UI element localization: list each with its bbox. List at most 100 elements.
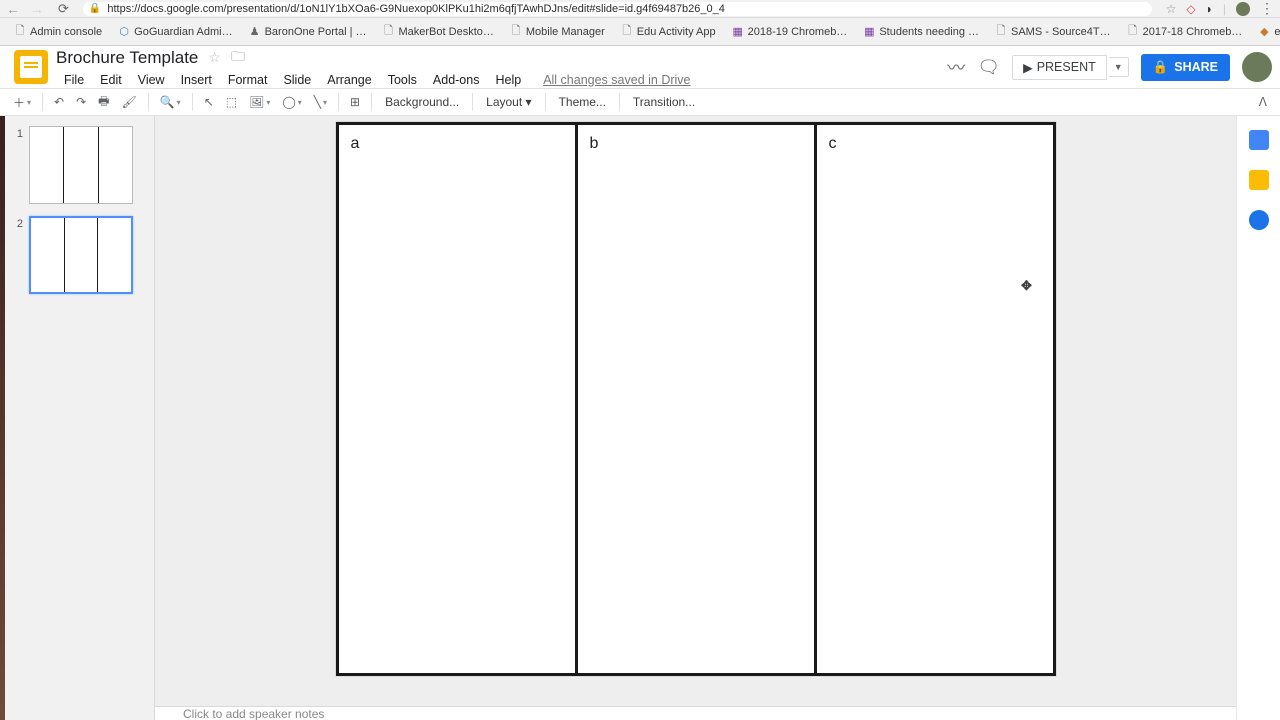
url-bar[interactable]: 🔒 https://docs.google.com/presentation/d…	[83, 2, 1152, 16]
bookmark-item[interactable]: 🗋Mobile Manager	[504, 24, 611, 40]
menu-view[interactable]: View	[130, 71, 173, 89]
canvas[interactable]: a b c ✥ Click to add speaker notes	[155, 116, 1236, 720]
page-icon: 🗋	[1127, 26, 1139, 38]
menu-file[interactable]: File	[56, 71, 92, 89]
select-tool[interactable]: ↖	[199, 92, 219, 112]
bookmark-item[interactable]: 🗋Edu Activity App	[615, 24, 722, 40]
bookmark-bar: 🗋Admin console ⬡GoGuardian Admi… ♟BaronO…	[0, 18, 1280, 46]
thumb-item[interactable]: 2	[13, 216, 146, 294]
hide-menus-button[interactable]: ᐱ	[1254, 92, 1272, 112]
print-button[interactable]: 🖶	[93, 89, 114, 116]
doc-title[interactable]: Brochure Template	[56, 48, 198, 68]
slide[interactable]: a b c	[336, 122, 1056, 676]
bookmark-item[interactable]: 🗋SAMS - Source4T…	[989, 24, 1117, 40]
transition-button[interactable]: Transition...	[626, 92, 702, 112]
activity-icon[interactable]: 〰	[947, 54, 965, 80]
menu-bar: File Edit View Insert Format Slide Arran…	[56, 71, 939, 89]
menu-tools[interactable]: Tools	[380, 71, 425, 89]
redo-button[interactable]: ↷	[71, 92, 91, 112]
move-cursor-icon: ✥	[1021, 278, 1032, 294]
menu-addons[interactable]: Add-ons	[425, 71, 488, 89]
save-status[interactable]: All changes saved in Drive	[535, 71, 698, 89]
page-icon: 🗋	[621, 26, 633, 38]
lock-icon: 🔒	[1153, 60, 1169, 75]
comment-icon[interactable]: 🗨	[977, 57, 1000, 78]
calendar-icon[interactable]	[1249, 130, 1269, 150]
url-text: https://docs.google.com/presentation/d/1…	[107, 3, 725, 15]
layout-button[interactable]: Layout ▾	[479, 92, 538, 112]
menu-edit[interactable]: Edit	[92, 71, 130, 89]
menu-format[interactable]: Format	[220, 71, 276, 89]
menu-icon[interactable]: ⋮	[1260, 0, 1274, 17]
line-tool[interactable]: ╲▾	[309, 92, 332, 112]
ext-sep: |	[1223, 2, 1226, 16]
slides-logo[interactable]	[14, 50, 48, 84]
play-icon: ▶	[1023, 60, 1033, 75]
zoom-button[interactable]: 🔍▾	[155, 92, 186, 112]
slide-thumbnail-1[interactable]	[29, 126, 133, 204]
theme-button[interactable]: Theme...	[552, 92, 613, 112]
textbox-tool[interactable]: ⬚	[221, 92, 242, 112]
page-icon: ◆	[1258, 26, 1270, 38]
side-panel	[1236, 116, 1280, 720]
keep-icon[interactable]	[1249, 170, 1269, 190]
page-icon: 🗋	[995, 26, 1007, 38]
bookmark-item[interactable]: 🗋Admin console	[8, 24, 108, 40]
speaker-notes[interactable]: Click to add speaker notes	[155, 706, 1236, 720]
ext-icon-1[interactable]: ◇	[1186, 2, 1195, 16]
menu-insert[interactable]: Insert	[173, 71, 220, 89]
menu-slide[interactable]: Slide	[275, 71, 319, 89]
menu-help[interactable]: Help	[487, 71, 529, 89]
nav-arrows: ← →	[6, 2, 44, 16]
slide-column-a[interactable]: a	[339, 125, 578, 673]
thumb-number: 2	[13, 216, 23, 230]
body: 1 2 a b c ✥ Click to add speaker notes	[0, 116, 1280, 720]
account-avatar[interactable]	[1242, 52, 1272, 82]
bookmark-item[interactable]: ♟BaronOne Portal | …	[243, 24, 373, 40]
shape-tool[interactable]: ◯▾	[277, 92, 306, 112]
menu-arrange[interactable]: Arrange	[319, 71, 379, 89]
thumb-item[interactable]: 1	[13, 126, 146, 204]
page-icon: 🗋	[14, 26, 26, 38]
bookmark-item[interactable]: 🗋MakerBot Deskto…	[377, 24, 500, 40]
new-slide-button[interactable]: ＋▾	[8, 91, 36, 114]
reload-button[interactable]: ⟳	[58, 1, 69, 17]
star-icon[interactable]: ☆	[1166, 2, 1177, 16]
present-dropdown[interactable]: ▼	[1109, 57, 1129, 77]
filmstrip[interactable]: 1 2	[5, 116, 155, 720]
page-icon: 🗋	[510, 26, 522, 38]
bookmark-item[interactable]: 🗋2017-18 Chromeb…	[1121, 24, 1249, 40]
bookmark-item[interactable]: ◆eCampus: Home	[1252, 24, 1280, 40]
paint-format-button[interactable]: 🖌	[116, 92, 141, 112]
sheet-icon: ▦	[863, 26, 875, 38]
ext-icon-2[interactable]: ◗	[1206, 2, 1213, 16]
bookmark-item[interactable]: ⬡GoGuardian Admi…	[112, 24, 238, 40]
back-button[interactable]: ←	[6, 2, 20, 16]
lock-icon: 🔒	[89, 3, 101, 14]
background-button[interactable]: Background...	[378, 92, 466, 112]
star-icon[interactable]: ☆	[208, 49, 221, 66]
sheet-icon: ▦	[732, 26, 744, 38]
tasks-icon[interactable]	[1249, 210, 1269, 230]
app-header: Brochure Template ☆ 🗀 File Edit View Ins…	[0, 46, 1280, 88]
slide-column-c[interactable]: c	[817, 125, 1053, 673]
share-button[interactable]: 🔒SHARE	[1141, 54, 1230, 81]
image-tool[interactable]: 🖼▾	[244, 92, 275, 112]
forward-button[interactable]: →	[30, 2, 44, 16]
browser-bar: ← → ⟳ 🔒 https://docs.google.com/presenta…	[0, 0, 1280, 18]
bookmark-item[interactable]: ▦2018-19 Chromeb…	[726, 24, 854, 40]
profile-avatar[interactable]	[1236, 2, 1250, 16]
page-icon: 🗋	[383, 26, 395, 38]
present-button[interactable]: ▶PRESENT	[1012, 55, 1107, 80]
present-button-group: ▶PRESENT ▼	[1012, 55, 1129, 80]
folder-icon[interactable]: 🗀	[231, 46, 245, 70]
bookmark-item[interactable]: ▦Students needing …	[857, 24, 985, 40]
comment-tool[interactable]: ⊞	[345, 92, 365, 112]
slide-thumbnail-2[interactable]	[29, 216, 133, 294]
thumb-number: 1	[13, 126, 23, 140]
speaker-notes-placeholder: Click to add speaker notes	[183, 707, 324, 720]
page-icon: ♟	[249, 26, 261, 38]
slide-column-b[interactable]: b	[578, 125, 817, 673]
undo-button[interactable]: ↶	[49, 92, 69, 112]
browser-controls: ☆ ◇ ◗ | ⋮	[1166, 0, 1274, 17]
